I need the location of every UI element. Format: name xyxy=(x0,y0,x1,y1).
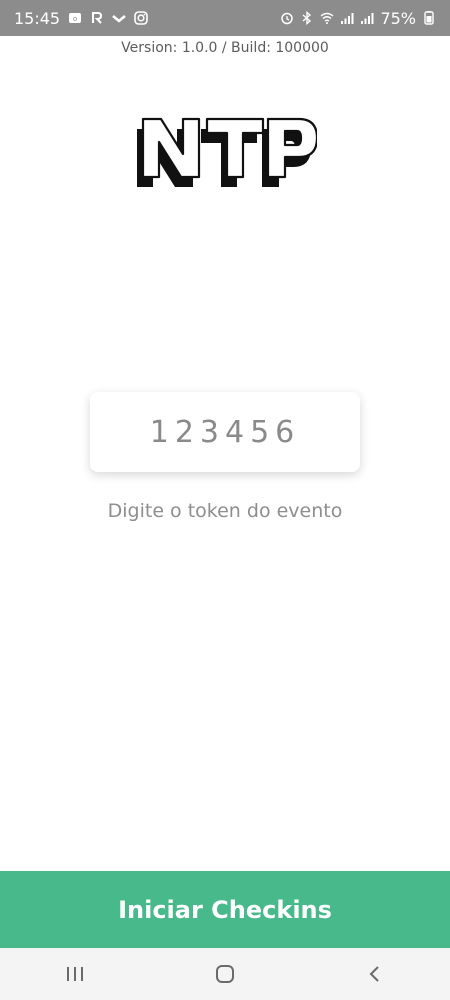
r-app-icon xyxy=(90,11,104,25)
battery-icon xyxy=(422,11,436,25)
back-icon xyxy=(369,966,379,982)
token-input[interactable] xyxy=(90,392,360,472)
token-helper-text: Digite o token do evento xyxy=(107,500,343,522)
chevron-icon xyxy=(112,11,126,25)
home-button[interactable] xyxy=(195,954,255,994)
ntp-logo xyxy=(137,117,317,187)
back-button[interactable] xyxy=(345,954,405,994)
bluetooth-icon xyxy=(300,11,314,25)
navigation-bar xyxy=(0,948,450,1000)
status-time: 15:45 xyxy=(14,8,61,28)
signal-icon xyxy=(360,11,374,25)
signal-icon xyxy=(340,11,354,25)
recent-apps-icon xyxy=(67,967,83,981)
token-card xyxy=(90,392,360,472)
wifi-icon xyxy=(320,11,334,25)
version-label: Version: 1.0.0 / Build: 100000 xyxy=(121,40,329,56)
notification-icon: o xyxy=(68,11,82,25)
battery-percentage: 75% xyxy=(380,8,416,28)
instagram-icon xyxy=(134,11,148,25)
start-checkins-button[interactable]: Iniciar Checkins xyxy=(0,871,450,948)
svg-text:o: o xyxy=(73,15,77,23)
alarm-icon xyxy=(280,11,294,25)
status-bar: 15:45 o 75% xyxy=(0,0,450,36)
recent-apps-button[interactable] xyxy=(45,954,105,994)
home-icon xyxy=(216,965,234,983)
